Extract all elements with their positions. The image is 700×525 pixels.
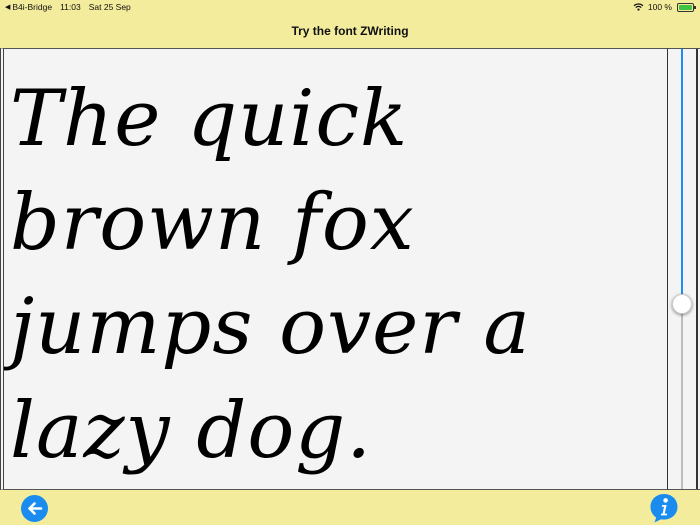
back-to-app-label[interactable]: B4i-Bridge xyxy=(12,2,52,12)
status-bar: ◀ B4i-Bridge 11:03 Sat 25 Sep 100 % xyxy=(0,0,700,14)
bottom-bar xyxy=(0,490,700,525)
slider-thumb[interactable] xyxy=(672,294,692,314)
battery-percent: 100 % xyxy=(647,2,672,12)
page-title: Try the font ZWriting xyxy=(291,24,409,38)
battery-charging-icon xyxy=(677,2,696,12)
slider-track-empty xyxy=(681,304,683,489)
slider-track-filled xyxy=(681,49,683,304)
back-to-app-icon[interactable]: ◀ xyxy=(5,3,10,11)
slider-edge-line xyxy=(696,49,698,489)
sample-text-area: The quick brown fox jumps over a lazy do… xyxy=(0,48,667,490)
back-button[interactable] xyxy=(21,495,48,522)
status-time: 11:03 xyxy=(60,2,81,12)
sample-text: The quick brown fox jumps over a lazy do… xyxy=(10,74,557,476)
status-left: ◀ B4i-Bridge 11:03 Sat 25 Sep xyxy=(5,2,131,12)
wifi-icon xyxy=(633,3,644,11)
title-bar: Try the font ZWriting xyxy=(0,14,700,48)
status-date: Sat 25 Sep xyxy=(88,2,131,12)
arrow-left-icon xyxy=(28,502,43,515)
font-size-slider[interactable] xyxy=(667,48,700,490)
slider-track[interactable] xyxy=(681,49,683,489)
status-right: 100 % xyxy=(633,2,696,12)
info-speech-bubble-icon[interactable] xyxy=(648,492,680,524)
